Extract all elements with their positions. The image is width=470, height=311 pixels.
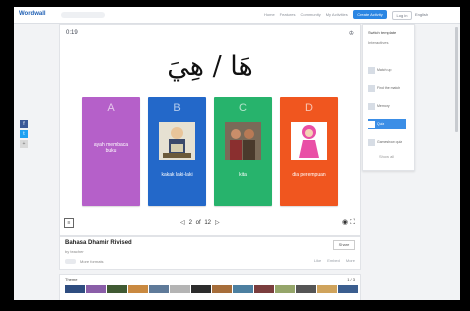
panel-subtitle: Interactives <box>368 40 389 45</box>
template-quiz[interactable]: Quiz <box>368 119 406 129</box>
theme-thumbnail[interactable] <box>296 285 316 293</box>
language-selector[interactable]: English <box>415 11 441 18</box>
next-question-icon[interactable]: ▷ <box>215 220 220 226</box>
theme-page[interactable]: 1 / 3 <box>347 277 355 282</box>
logo[interactable]: Wordwall <box>19 11 53 18</box>
share-button[interactable]: Share <box>333 240 355 250</box>
card-text: kita <box>239 172 247 178</box>
nav-link-my-activities[interactable]: My Activities <box>326 12 348 18</box>
card-text: kakak laki-laki <box>161 172 193 178</box>
template-icon <box>368 138 375 146</box>
theme-label: Theme <box>65 277 78 282</box>
theme-thumbnail[interactable] <box>86 285 106 293</box>
theme-thumbnail[interactable] <box>233 285 253 293</box>
theme-thumbnail[interactable] <box>212 285 232 293</box>
fullscreen-icon[interactable]: ⛶ <box>350 219 355 226</box>
nav-link-community[interactable]: Community <box>300 12 320 18</box>
card-letter: C <box>239 102 247 114</box>
top-bar: Wordwall Home Features Community My Acti… <box>14 7 460 24</box>
theme-thumbnails <box>65 285 358 293</box>
template-find-the-match[interactable]: Find the match <box>368 83 406 93</box>
template-memory[interactable]: Memory <box>368 101 406 111</box>
card-image-people <box>225 122 261 160</box>
timer: 0:19 <box>66 30 78 36</box>
theme-thumbnail[interactable] <box>170 285 190 293</box>
theme-thumbnail[interactable] <box>128 285 148 293</box>
template-icon <box>368 66 375 74</box>
scrollbar[interactable] <box>455 27 458 132</box>
answer-card-b[interactable]: B kakak laki-laki <box>148 97 206 206</box>
login-button[interactable]: Log in <box>392 11 412 20</box>
twitter-icon[interactable]: t <box>20 130 28 138</box>
meta-actions: Like Embed More <box>314 258 355 263</box>
switch-template-panel: Switch template Interactives Match up Fi… <box>362 24 415 171</box>
theme-thumbnail[interactable] <box>149 285 169 293</box>
card-letter: A <box>107 102 115 114</box>
embed-link[interactable]: Embed <box>327 258 340 263</box>
theme-thumbnail[interactable] <box>275 285 295 293</box>
card-text: dia perempuan <box>292 172 326 178</box>
card-image-reading-man <box>159 122 195 160</box>
search-input[interactable] <box>61 12 105 18</box>
theme-thumbnail[interactable] <box>338 285 358 293</box>
template-icon <box>368 120 375 128</box>
template-gameshow-quiz[interactable]: Gameshow quiz <box>368 137 406 147</box>
right-tools: ◉ ⛶ <box>342 218 355 228</box>
create-activity-button[interactable]: Create Activity <box>353 10 387 19</box>
activity-title: Bahasa Dhamir Rivised <box>65 240 132 246</box>
activity-player: 0:19 ♔ هَا / هِيَ A ayah membaca buku B <box>59 24 361 236</box>
theme-thumbnail[interactable] <box>65 285 85 293</box>
answer-card-c[interactable]: C kita <box>214 97 272 206</box>
theme-thumbnail[interactable] <box>317 285 337 293</box>
nav-link-features[interactable]: Features <box>280 12 296 18</box>
social-share-bar: f t + <box>20 120 29 150</box>
plus-icon[interactable]: + <box>20 140 28 148</box>
sound-icon[interactable]: ◉ <box>342 219 348 226</box>
theme-thumbnail[interactable] <box>254 285 274 293</box>
more-formats-link[interactable]: More formats <box>80 259 104 264</box>
template-icon <box>368 84 375 92</box>
question-prompt: هَا / هِيَ <box>167 51 253 82</box>
settings-icon[interactable]: ≡ <box>64 218 74 228</box>
question-pager: ◁ 2 of 12 ▷ <box>180 220 220 226</box>
card-letter: B <box>173 102 181 114</box>
answer-card-d[interactable]: D dia perempuan <box>280 97 338 206</box>
screen: Wordwall Home Features Community My Acti… <box>14 7 460 300</box>
card-text: ayah membaca buku <box>93 142 129 154</box>
answer-cards: A ayah membaca buku B kakak laki-laki C … <box>82 97 338 206</box>
theme-selector: Theme 1 / 3 <box>59 274 361 300</box>
template-match-up[interactable]: Match up <box>368 65 406 75</box>
template-label: Quiz <box>377 122 385 126</box>
page-total: 12 <box>204 220 211 226</box>
card-image-girl <box>291 122 327 160</box>
activity-author[interactable]: by teacher <box>65 249 84 254</box>
template-label: Gameshow quiz <box>377 140 403 144</box>
template-label: Match up <box>377 68 392 72</box>
more-link[interactable]: More <box>346 258 355 263</box>
template-label: Find the match <box>377 86 401 90</box>
like-link[interactable]: Like <box>314 258 321 263</box>
prev-question-icon[interactable]: ◁ <box>180 220 185 226</box>
answer-card-a[interactable]: A ayah membaca buku <box>82 97 140 206</box>
activity-info: Bahasa Dhamir Rivised by teacher More fo… <box>59 236 361 270</box>
nav-link-home[interactable]: Home <box>264 12 275 18</box>
nav-links: Home Features Community My Activities <box>264 12 348 18</box>
theme-thumbnail[interactable] <box>191 285 211 293</box>
template-icon <box>368 102 375 110</box>
trophy-icon[interactable]: ♔ <box>349 30 354 37</box>
card-letter: D <box>305 102 313 114</box>
badge <box>65 259 76 264</box>
facebook-icon[interactable]: f <box>20 120 28 128</box>
panel-title: Switch template <box>368 30 397 35</box>
page-current: 2 <box>188 220 192 226</box>
theme-thumbnail[interactable] <box>107 285 127 293</box>
show-all-link[interactable]: Show all <box>379 154 394 159</box>
player-toolbar: ≡ ◁ 2 of 12 ▷ ◉ ⛶ <box>60 218 360 230</box>
template-label: Memory <box>377 104 390 108</box>
